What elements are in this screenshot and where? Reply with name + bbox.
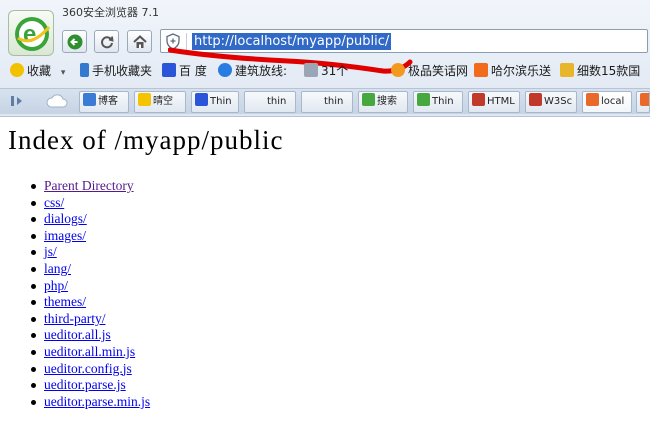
- phone-icon: [80, 63, 89, 77]
- list-item: css/: [30, 195, 150, 212]
- tab-w3school[interactable]: W3Sc: [525, 91, 577, 113]
- entry-link-themes[interactable]: themes/: [44, 294, 86, 309]
- tab-html[interactable]: HTML: [468, 91, 520, 113]
- page-title: Index of /myapp/public: [8, 125, 284, 155]
- list-item: js/: [30, 244, 150, 261]
- bookmark-31[interactable]: 31个: [304, 63, 348, 80]
- entry-link-css[interactable]: css/: [44, 195, 64, 210]
- list-item: lang/: [30, 261, 150, 278]
- parent-directory-link[interactable]: Parent Directory: [44, 178, 134, 193]
- entry-link-ueditor-config[interactable]: ueditor.config.js: [44, 361, 132, 376]
- title-bar: 360安全浏览器 7.1: [0, 0, 650, 24]
- window-title: 360安全浏览器 7.1: [62, 6, 159, 19]
- bookmarks-bar: 收藏 ▾ 手机收藏夹 百 度 建筑放线: 31个 极品笑话网 哈尔滨乐送 细数1…: [0, 60, 650, 82]
- address-bar[interactable]: http://localhost/myapp/public/: [160, 29, 648, 53]
- bookmark-count15[interactable]: 细数15款国: [560, 63, 640, 80]
- back-button[interactable]: [62, 30, 87, 53]
- map-icon: [560, 63, 574, 77]
- favorites-star-icon: [10, 63, 24, 77]
- entry-link-images[interactable]: images/: [44, 228, 86, 243]
- list-item: themes/: [30, 294, 150, 311]
- bookmark-jokes[interactable]: 极品笑话网: [391, 63, 468, 80]
- entry-link-ueditor-all[interactable]: ueditor.all.js: [44, 327, 111, 342]
- w3-icon: [472, 93, 485, 106]
- generic-icon: [304, 63, 318, 77]
- entry-link-ueditor-all-min[interactable]: ueditor.all.min.js: [44, 344, 135, 359]
- refresh-button[interactable]: [94, 30, 119, 53]
- directory-listing: Parent Directory css/ dialogs/ images/ j…: [30, 178, 150, 411]
- entry-link-php[interactable]: php/: [44, 278, 68, 293]
- bookmark-baidu[interactable]: 百 度: [162, 63, 207, 80]
- list-item: dialogs/: [30, 211, 150, 228]
- entry-link-third-party[interactable]: third-party/: [44, 311, 105, 326]
- video-icon: [218, 63, 232, 77]
- tab-blog[interactable]: 博客: [79, 91, 129, 113]
- back-arrow-icon: [67, 34, 83, 50]
- sun-icon: [138, 93, 151, 106]
- list-item: php/: [30, 278, 150, 295]
- baidu-paw-icon: [195, 93, 208, 106]
- tab-search[interactable]: 搜索: [358, 91, 408, 113]
- browser-logo-icon[interactable]: e: [8, 10, 54, 56]
- leaf-icon: [362, 93, 375, 106]
- entry-link-ueditor-parse-min[interactable]: ueditor.parse.min.js: [44, 394, 150, 409]
- security-shield-icon[interactable]: [165, 33, 181, 50]
- sidebar-toggle-icon[interactable]: [10, 93, 26, 111]
- list-item: ueditor.parse.js: [30, 377, 150, 394]
- tab-localhost[interactable]: local: [582, 91, 632, 113]
- w3-icon: [529, 93, 542, 106]
- entry-link-dialogs[interactable]: dialogs/: [44, 211, 87, 226]
- tab-thinkphp-1[interactable]: thin: [244, 91, 296, 113]
- tab-overflow[interactable]: [636, 91, 650, 113]
- list-item: ueditor.parse.min.js: [30, 394, 150, 411]
- entry-link-lang[interactable]: lang/: [44, 261, 71, 276]
- tab-thinkphp-2[interactable]: thin: [301, 91, 353, 113]
- list-item: Parent Directory: [30, 178, 150, 195]
- tab-thinkphp-baidu[interactable]: Thin: [191, 91, 239, 113]
- bookmark-construction[interactable]: 建筑放线:: [218, 63, 287, 80]
- fox-icon: [586, 93, 599, 106]
- entry-link-ueditor-parse[interactable]: ueditor.parse.js: [44, 377, 126, 392]
- svg-text:e: e: [23, 21, 36, 48]
- address-separator: [186, 33, 187, 50]
- home-icon: [133, 35, 147, 48]
- bookmark-favorites[interactable]: 收藏 ▾: [10, 63, 65, 80]
- list-item: third-party/: [30, 311, 150, 328]
- bookmark-mobile-favorites[interactable]: 手机收藏夹: [80, 63, 152, 80]
- list-item: ueditor.config.js: [30, 361, 150, 378]
- tab-sunny[interactable]: 晴空: [134, 91, 186, 113]
- tab-strip: 博客 晴空 Thin thin thin 搜索 Thin HTML W3Sc l…: [0, 88, 650, 114]
- smile-icon: [391, 63, 405, 77]
- chevron-down-icon[interactable]: ▾: [61, 68, 66, 78]
- cloud-icon[interactable]: [46, 93, 68, 111]
- home-button[interactable]: [127, 30, 152, 53]
- browser-chrome: 360安全浏览器 7.1 e http://localhost/myapp/pu…: [0, 0, 650, 117]
- orange-icon: [474, 63, 488, 77]
- list-item: ueditor.all.js: [30, 327, 150, 344]
- bookmark-harbin[interactable]: 哈尔滨乐送: [474, 63, 551, 80]
- baidu-paw-icon: [162, 63, 176, 77]
- url-input[interactable]: http://localhost/myapp/public/: [192, 33, 392, 50]
- list-item: images/: [30, 228, 150, 245]
- list-item: ueditor.all.min.js: [30, 344, 150, 361]
- tab-thinkphp-3[interactable]: Thin: [413, 91, 463, 113]
- entry-link-js[interactable]: js/: [44, 244, 57, 259]
- blog-icon: [83, 93, 96, 106]
- refresh-icon: [101, 36, 114, 49]
- page-content: Index of /myapp/public Parent Directory …: [0, 118, 650, 431]
- fox-icon: [640, 93, 649, 106]
- leaf-icon: [417, 93, 430, 106]
